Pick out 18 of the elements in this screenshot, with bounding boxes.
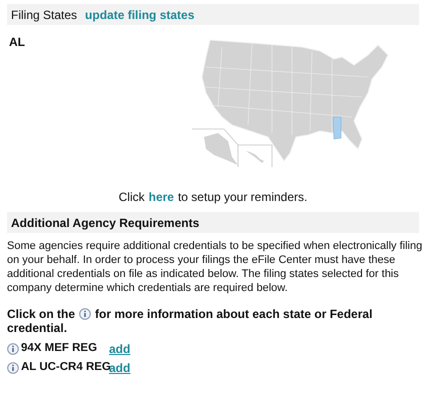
credential-name: AL UC-CR4 REG [21, 360, 109, 375]
reminder-link[interactable]: here [148, 188, 174, 206]
instruction-text: credential. [7, 321, 68, 335]
update-link[interactable]: update filing states [85, 6, 194, 24]
instruction-text: for more information about each state or Federal [95, 307, 372, 321]
section-title: Additional Agency Requirements [11, 214, 200, 232]
add-link[interactable]: add [109, 358, 130, 376]
instruction-text: Click on the [7, 307, 76, 321]
info-icon[interactable] [7, 362, 19, 374]
description-text: Some agencies require additional credentials to be specified when electronically filing on your behalf. In order to process your filings the eFile Center must have these additional credentials on file as indicated below. The filing states selected for this company determine which credentials are required below. [7, 239, 424, 295]
state-code: AL [9, 34, 26, 51]
info-icon[interactable] [7, 342, 19, 354]
section-title: Filing States [11, 6, 78, 24]
add-link[interactable]: add [109, 340, 130, 358]
reminder-text: Click [118, 189, 145, 206]
info-icon[interactable] [79, 308, 92, 320]
credential-name: 94X MEF REG [21, 340, 98, 356]
reminder-text: to setup your reminders. [178, 189, 308, 206]
